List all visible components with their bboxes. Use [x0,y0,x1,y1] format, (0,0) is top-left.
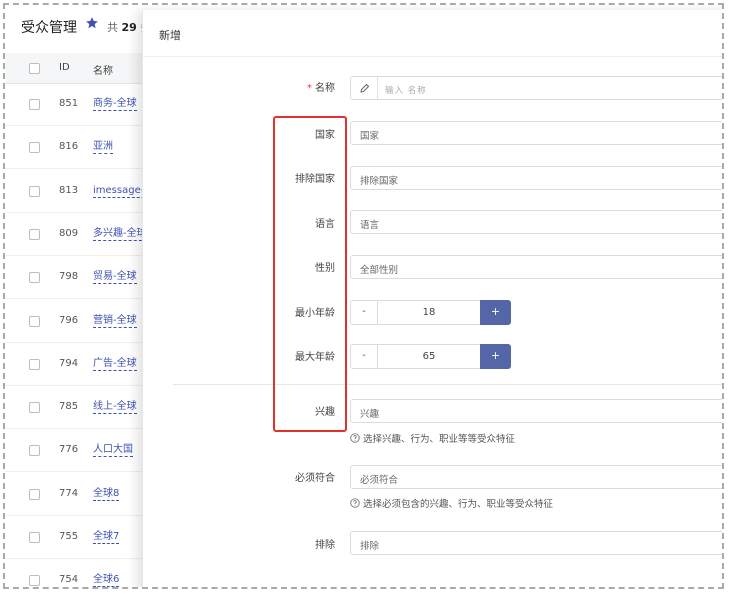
row-name-link[interactable]: 线上-全球 [93,401,137,415]
row-id: 754 [59,574,79,586]
modal-header-divider [143,56,722,57]
select-all-checkbox[interactable] [29,63,40,74]
min-age-label: 最小年龄 [295,308,335,319]
help-icon [350,433,360,443]
row-id: 816 [59,141,79,153]
pencil-icon [360,83,370,93]
row-id: 785 [59,401,79,413]
row-checkbox[interactable] [29,99,40,110]
footer-button[interactable] [558,587,594,589]
exclude-country-value: 排除国家 [360,176,399,187]
exclude-country-label: 排除国家 [295,174,335,185]
row-id: 796 [59,314,79,326]
row-checkbox[interactable] [29,445,40,457]
row-id: 809 [59,227,79,239]
row-name-link[interactable]: 广告-全球 [93,358,137,371]
section-divider [173,384,722,385]
row-checkbox[interactable] [29,228,40,240]
footer-button[interactable] [601,587,637,589]
row-id: 798 [59,271,79,283]
row-name-link[interactable]: 营销-全球 [93,315,137,328]
row-name-link[interactable]: 人口大国 [93,444,133,458]
max-age-input[interactable]: 65 [377,344,481,369]
exclude-label: 排除 [315,540,335,551]
row-id: 774 [59,487,79,499]
exclude-value: 排除 [360,541,380,552]
row-name-link[interactable]: 商务-全球 [93,98,137,111]
row-checkbox[interactable] [29,272,40,284]
column-header-id: ID [59,62,70,73]
add-audience-modal: 新增 * 名称 输入 名称 国家 国家 排除国家 排除国家 语言 语言 性别 全部 [142,10,722,589]
must-match-label: 必须符合 [295,473,335,484]
row-id: 813 [59,184,79,196]
max-age-increment-button[interactable]: + [480,344,511,369]
name-label: * 名称 [307,83,335,94]
page-title: 受众管理 [21,20,77,36]
max-age-label: 最大年龄 [295,352,335,363]
gender-select[interactable]: 全部性别 [350,255,722,279]
language-value: 语言 [360,220,380,231]
name-placeholder: 输入 名称 [385,86,427,96]
row-name-link[interactable]: 全球8 [93,488,120,501]
row-name-link[interactable]: 贸易-全球 [93,271,137,285]
interest-select[interactable]: 兴趣 [350,399,722,423]
gender-label: 性别 [315,263,335,274]
screenshot-frame: 受众管理 共 29 条 ID 名称 851商务-全球816亚洲813imessa… [3,3,724,589]
exclude-select[interactable]: 排除 [350,531,722,555]
footer-button[interactable] [188,587,220,589]
row-name-link[interactable]: 全球7 [93,531,120,544]
help-icon [350,498,360,508]
row-checkbox[interactable] [29,315,40,327]
max-age-decrement-button[interactable]: - [350,344,378,369]
row-checkbox[interactable] [29,142,40,154]
column-header-name: 名称 [93,66,113,77]
row-id: 755 [59,531,79,542]
min-age-increment-button[interactable]: + [480,300,511,325]
row-checkbox[interactable] [29,358,40,370]
row-checkbox[interactable] [29,532,40,543]
interest-hint: 选择兴趣、行为、职业等等受众特征 [350,431,515,445]
row-checkbox[interactable] [29,402,40,414]
star-icon[interactable] [85,16,99,30]
row-checkbox[interactable] [29,575,40,587]
row-name-link[interactable]: 亚洲 [93,141,113,155]
country-select[interactable]: 国家 [350,121,722,145]
exclude-country-select[interactable]: 排除国家 [350,166,722,190]
interest-label: 兴趣 [315,407,335,418]
input-addon-divider [377,77,378,99]
interest-value: 兴趣 [360,409,380,420]
row-id: 851 [59,98,79,109]
row-id: 794 [59,357,79,369]
country-value: 国家 [360,131,380,142]
must-match-select[interactable]: 必须符合 [350,465,722,489]
row-name-link[interactable]: 多兴趣-全球 [93,228,147,241]
modal-title: 新增 [159,29,181,42]
row-checkbox[interactable] [29,488,40,500]
gender-value: 全部性别 [360,265,399,276]
min-age-input[interactable]: 18 [377,300,481,325]
row-name-link[interactable]: 全球6 [93,574,120,587]
name-input[interactable]: 输入 名称 [350,76,722,100]
modal-footer [143,584,722,587]
required-mark: * [307,83,312,94]
language-select[interactable]: 语言 [350,210,722,234]
row-checkbox[interactable] [29,185,40,197]
footer-button[interactable] [293,587,353,589]
must-match-hint: 选择必须包含的兴趣、行为、职业等受众特征 [350,496,553,510]
language-label: 语言 [315,219,335,230]
row-id: 776 [59,444,79,456]
min-age-decrement-button[interactable]: - [350,300,378,325]
country-label: 国家 [315,130,335,141]
must-match-value: 必须符合 [360,475,399,486]
